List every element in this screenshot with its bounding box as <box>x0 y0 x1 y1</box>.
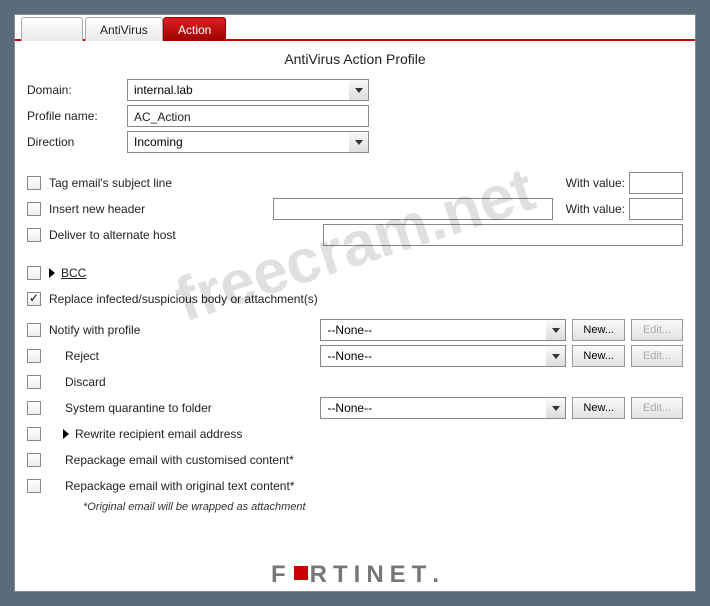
reject-label: Reject <box>65 349 99 363</box>
notify-checkbox[interactable] <box>27 323 41 337</box>
quarantine-label: System quarantine to folder <box>65 401 212 415</box>
reject-edit-button: Edit... <box>631 345 683 367</box>
expand-triangle-icon[interactable] <box>49 268 55 278</box>
insert-header-value-input[interactable] <box>629 198 683 220</box>
tab-antivirus[interactable]: AntiVirus <box>85 17 163 41</box>
quarantine-new-button[interactable]: New... <box>572 397 625 419</box>
quarantine-caret[interactable] <box>546 397 566 419</box>
page-title: AntiVirus Action Profile <box>15 41 695 79</box>
chevron-down-icon <box>552 406 560 411</box>
profile-name-value: AC_Action <box>127 105 369 127</box>
profile-name-label: Profile name: <box>27 109 127 123</box>
deliver-host-input[interactable] <box>323 224 683 246</box>
expand-triangle-icon[interactable] <box>63 429 69 439</box>
deliver-host-checkbox[interactable] <box>27 228 41 242</box>
chevron-down-icon <box>552 328 560 333</box>
bcc-link[interactable]: BCC <box>61 266 86 280</box>
bcc-checkbox[interactable] <box>27 266 41 280</box>
tab-action[interactable]: Action <box>163 17 226 41</box>
deliver-host-label: Deliver to alternate host <box>49 228 176 242</box>
with-value-label-1: With value: <box>559 176 625 190</box>
rewrite-label: Rewrite recipient email address <box>75 427 242 441</box>
with-value-label-2: With value: <box>559 202 625 216</box>
repack-orig-label: Repackage email with original text conte… <box>65 479 294 493</box>
rewrite-checkbox[interactable] <box>27 427 41 441</box>
direction-select[interactable] <box>127 131 369 153</box>
reject-select[interactable] <box>320 345 566 367</box>
repack-orig-checkbox[interactable] <box>27 479 41 493</box>
chevron-down-icon <box>552 354 560 359</box>
quarantine-edit-button: Edit... <box>631 397 683 419</box>
notify-profile-select[interactable] <box>320 319 566 341</box>
reject-checkbox[interactable] <box>27 349 41 363</box>
repack-custom-label: Repackage email with customised content* <box>65 453 294 467</box>
insert-header-label: Insert new header <box>49 202 145 216</box>
footnote: *Original email will be wrapped as attac… <box>83 501 683 513</box>
quarantine-checkbox[interactable] <box>27 401 41 415</box>
domain-select[interactable] <box>127 79 369 101</box>
chevron-down-icon <box>355 140 363 145</box>
discard-label: Discard <box>65 375 106 389</box>
notify-label: Notify with profile <box>49 323 140 337</box>
domain-caret[interactable] <box>349 79 369 101</box>
fortinet-logo: FRTINET. <box>15 561 695 591</box>
notify-edit-button: Edit... <box>631 319 683 341</box>
insert-header-input[interactable] <box>273 198 553 220</box>
domain-label: Domain: <box>27 83 127 97</box>
replace-checkbox[interactable] <box>27 292 41 306</box>
logo-square-icon <box>294 566 308 580</box>
discard-checkbox[interactable] <box>27 375 41 389</box>
direction-label: Direction <box>27 135 127 149</box>
replace-label: Replace infected/suspicious body or atta… <box>49 292 318 306</box>
notify-caret[interactable] <box>546 319 566 341</box>
reject-caret[interactable] <box>546 345 566 367</box>
quarantine-select[interactable] <box>320 397 566 419</box>
repack-custom-checkbox[interactable] <box>27 453 41 467</box>
chevron-down-icon <box>355 88 363 93</box>
tag-subject-checkbox[interactable] <box>27 176 41 190</box>
tab-blank[interactable] <box>21 17 83 41</box>
insert-header-checkbox[interactable] <box>27 202 41 216</box>
direction-caret[interactable] <box>349 131 369 153</box>
tag-subject-label: Tag email's subject line <box>49 176 172 190</box>
reject-new-button[interactable]: New... <box>572 345 625 367</box>
tag-subject-value-input[interactable] <box>629 172 683 194</box>
notify-new-button[interactable]: New... <box>572 319 625 341</box>
